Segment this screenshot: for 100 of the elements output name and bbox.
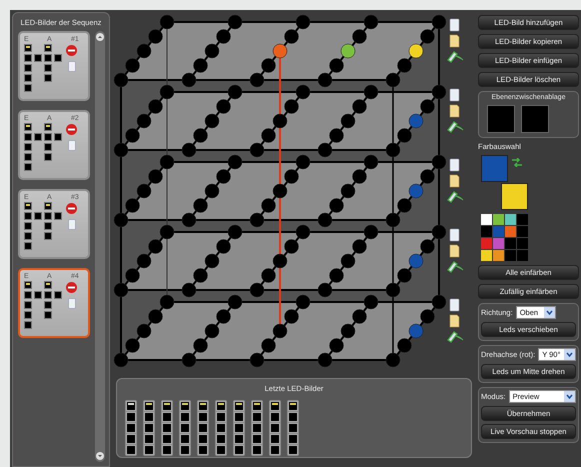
led-dot[interactable] [125, 128, 140, 143]
led-dot[interactable] [364, 294, 378, 310]
led-dot[interactable] [125, 338, 140, 353]
led-dot[interactable] [386, 212, 400, 228]
palette-swatch[interactable] [517, 238, 528, 249]
led-dot[interactable] [136, 324, 152, 338]
led-dot[interactable] [193, 268, 208, 283]
led-dot[interactable] [296, 14, 310, 30]
led-dot[interactable] [318, 352, 332, 368]
led-dot[interactable] [204, 44, 220, 58]
led-dot[interactable] [193, 338, 208, 353]
led-dot[interactable] [329, 128, 344, 143]
led-dot[interactable] [136, 114, 152, 128]
led-dot[interactable] [216, 29, 231, 44]
led-dot[interactable] [114, 282, 128, 298]
led-dot[interactable] [397, 268, 412, 283]
delete-icon[interactable] [66, 282, 77, 293]
led-dot[interactable] [432, 154, 446, 170]
led-dot[interactable] [182, 142, 196, 158]
led-dot[interactable] [250, 72, 264, 88]
led-dot[interactable] [261, 268, 276, 283]
led-dot[interactable] [160, 224, 174, 240]
led-thumbnail[interactable] [287, 400, 299, 456]
led-dot[interactable] [272, 114, 288, 128]
palette-swatch[interactable] [505, 226, 516, 237]
led-dot[interactable] [228, 84, 242, 100]
palette-swatch[interactable] [505, 238, 516, 249]
led-dot[interactable] [352, 169, 367, 184]
palette-swatch[interactable] [493, 214, 504, 225]
led-dot[interactable] [296, 294, 310, 310]
palette-swatch[interactable] [481, 238, 492, 249]
led-dot[interactable] [318, 282, 332, 298]
led-thumbnail[interactable] [143, 400, 155, 456]
led-thumbnail[interactable] [179, 400, 191, 456]
led-thumbnail[interactable] [233, 400, 245, 456]
led-dot[interactable] [250, 282, 264, 298]
led-dot[interactable] [250, 212, 264, 228]
led-dot[interactable] [408, 114, 424, 128]
led-thumbnail[interactable] [215, 400, 227, 456]
led-dot[interactable] [261, 198, 276, 213]
led-dot[interactable] [386, 72, 400, 88]
brush-icon[interactable] [447, 121, 464, 133]
led-dot[interactable] [329, 338, 344, 353]
led-dot[interactable] [408, 184, 424, 198]
brush-icon[interactable] [447, 261, 464, 273]
led-dot[interactable] [182, 212, 196, 228]
led-dot[interactable] [318, 142, 332, 158]
led-dot[interactable] [296, 224, 310, 240]
palette-swatch[interactable] [505, 250, 516, 261]
palette-swatch[interactable] [505, 214, 516, 225]
led-dot[interactable] [318, 212, 332, 228]
led-dot[interactable] [125, 198, 140, 213]
paste-icon[interactable] [450, 174, 460, 188]
led-dot[interactable] [216, 239, 231, 254]
led-dot[interactable] [272, 324, 288, 338]
led-thumbnail[interactable] [161, 400, 173, 456]
led-dot[interactable] [193, 128, 208, 143]
paste-icon[interactable] [450, 314, 460, 328]
led-dot[interactable] [340, 44, 356, 58]
led-dot[interactable] [352, 309, 367, 324]
led-dot[interactable] [284, 309, 299, 324]
copy-icon[interactable] [450, 18, 460, 32]
primary-color-swatch[interactable] [481, 155, 508, 182]
led-dot[interactable] [408, 44, 424, 58]
led-dot[interactable] [296, 84, 310, 100]
led-thumbnail[interactable] [269, 400, 281, 456]
clipboard-slot[interactable] [487, 105, 515, 133]
palette-swatch[interactable] [481, 226, 492, 237]
palette-swatch[interactable] [493, 250, 504, 261]
scrollbar[interactable] [95, 31, 105, 462]
copy-icon[interactable] [450, 158, 460, 172]
led-dot[interactable] [432, 224, 446, 240]
led-dot[interactable] [148, 309, 163, 324]
led-thumbnail[interactable] [197, 400, 209, 456]
led-dot[interactable] [284, 239, 299, 254]
led-dot[interactable] [114, 142, 128, 158]
led-dot[interactable] [386, 352, 400, 368]
led-dot[interactable] [216, 99, 231, 114]
led-dot[interactable] [284, 99, 299, 114]
led-dot[interactable] [204, 114, 220, 128]
led-dot[interactable] [114, 72, 128, 88]
led-dot[interactable] [182, 72, 196, 88]
led-dot[interactable] [272, 184, 288, 198]
led-dot[interactable] [228, 224, 242, 240]
led-dot[interactable] [329, 58, 344, 73]
brush-icon[interactable] [447, 51, 464, 63]
led-dot[interactable] [420, 99, 435, 114]
copy-icon[interactable] [450, 88, 460, 102]
led-dot[interactable] [340, 184, 356, 198]
led-dot[interactable] [148, 239, 163, 254]
led-dot[interactable] [420, 239, 435, 254]
led-dot[interactable] [432, 14, 446, 30]
clipboard-slot[interactable] [521, 105, 549, 133]
swap-icon[interactable] [512, 158, 522, 167]
led-dot[interactable] [296, 154, 310, 170]
led-dot[interactable] [432, 294, 446, 310]
led-dot[interactable] [160, 14, 174, 30]
palette-swatch[interactable] [493, 226, 504, 237]
led-dot[interactable] [204, 254, 220, 268]
led-dot[interactable] [114, 352, 128, 368]
